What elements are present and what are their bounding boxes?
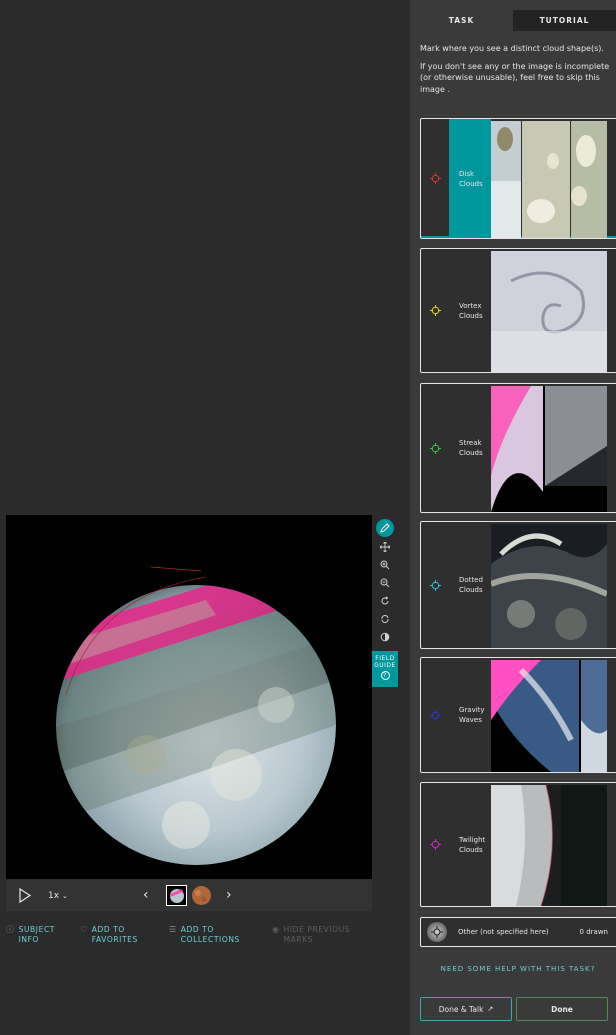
external-link-icon: ↗ (487, 1005, 494, 1013)
crosshair-icon (421, 658, 449, 772)
playback-rate-value: 1x (48, 891, 60, 901)
done-and-talk-label: Done & Talk (438, 1004, 484, 1014)
instruction-line-1: Mark where you see a distinct cloud shap… (420, 44, 604, 53)
task-help-link[interactable]: NEED SOME HELP WITH THIS TASK? (420, 965, 616, 973)
choice-example-images (491, 784, 615, 906)
choice-example-images (491, 251, 615, 372)
invert-contrast-icon[interactable] (376, 628, 394, 646)
choice-other[interactable]: Other (not specified here) 0 drawn (420, 917, 616, 947)
rotate-icon[interactable] (376, 592, 394, 610)
choice-label: Twilight Clouds (459, 835, 486, 854)
choice-dotted-clouds[interactable]: Dotted Clouds (420, 521, 616, 649)
field-guide-button[interactable]: FIELD GUIDE ? (372, 651, 398, 687)
viewer-toolbar: FIELD GUIDE ? (372, 515, 398, 690)
frame-thumbnail-1[interactable] (166, 885, 187, 906)
next-frame-button[interactable]: › (226, 887, 232, 903)
play-icon[interactable] (18, 887, 32, 904)
subject-info-button[interactable]: ⓘ SUBJECT INFO (6, 925, 55, 945)
crosshair-icon (421, 783, 449, 906)
info-icon: ⓘ (6, 925, 15, 934)
hide-previous-marks-button[interactable]: ◉ HIDE PREVIOUS MARKS (272, 925, 350, 945)
crosshair-icon (421, 249, 449, 372)
crosshair-icon (427, 922, 447, 942)
instruction-line-2: If you don't see any or the image is inc… (420, 61, 610, 94)
field-guide-label-2: GUIDE (374, 662, 396, 669)
zoom-out-icon[interactable] (376, 574, 394, 592)
task-tabs: TASK TUTORIAL (410, 10, 616, 31)
choice-twilight-clouds[interactable]: Twilight Clouds (420, 782, 616, 907)
playback-rate-select[interactable]: 1x ⌄ (48, 891, 68, 901)
chevron-down-icon: ⌄ (61, 892, 68, 900)
eye-icon: ◉ (272, 925, 280, 934)
choice-label: Gravity Waves (459, 706, 485, 724)
heart-icon: ♡ (80, 925, 88, 934)
choice-example-images (489, 524, 615, 648)
zoom-in-icon[interactable] (376, 556, 394, 574)
crosshair-icon (421, 384, 449, 512)
choice-label: Disk Clouds (459, 169, 483, 188)
hide-marks-label: HIDE PREVIOUS MARKS (283, 925, 351, 944)
choice-vortex-clouds[interactable]: Vortex Clouds (420, 248, 616, 373)
frame-controls: 1x ⌄ ‹ › (6, 880, 372, 911)
subject-info-label: SUBJECT INFO (18, 925, 55, 944)
task-panel: TASK TUTORIAL Mark where you see a disti… (410, 0, 616, 1035)
choice-label: Dotted Clouds (459, 576, 483, 594)
move-arrows-icon[interactable] (376, 538, 394, 556)
question-icon: ? (380, 671, 390, 680)
tab-task[interactable]: TASK (410, 10, 513, 31)
choice-streak-clouds[interactable]: Streak Clouds (420, 383, 616, 513)
choice-label: Streak Clouds (459, 439, 483, 457)
tab-tutorial[interactable]: TUTORIAL (513, 10, 616, 31)
choice-example-images (491, 660, 615, 772)
field-guide-label-1: FIELD (375, 655, 395, 662)
add-to-favorites-button[interactable]: ♡ ADD TO FAVORITES (80, 925, 138, 945)
choice-example-images (491, 386, 615, 512)
done-button[interactable]: Done (516, 997, 608, 1021)
crosshair-icon (421, 522, 449, 648)
annotate-pencil-icon[interactable] (376, 519, 394, 537)
crosshair-icon (421, 119, 449, 238)
choice-label: Vortex Clouds (459, 301, 483, 320)
other-drawn-count: 0 drawn (579, 928, 608, 936)
collections-label: ADD TO COLLECTIONS (180, 925, 240, 944)
subject-image-viewer[interactable] (6, 515, 372, 879)
done-and-talk-button[interactable]: Done & Talk ↗ (420, 997, 512, 1021)
other-label: Other (not specified here) (458, 928, 549, 936)
favorites-label: ADD TO FAVORITES (91, 925, 138, 944)
add-to-collections-button[interactable]: ☰ ADD TO COLLECTIONS (169, 925, 240, 945)
planet-image (6, 515, 372, 879)
choice-gravity-waves[interactable]: Gravity Waves (420, 657, 616, 773)
subject-meta-bar: ⓘ SUBJECT INFO ♡ ADD TO FAVORITES ☰ ADD TO… (6, 925, 372, 947)
frame-thumbnail-2[interactable] (191, 885, 212, 906)
choice-example-images (491, 121, 615, 238)
choice-disk-clouds[interactable]: Disk Clouds (420, 118, 616, 239)
task-instructions: Mark where you see a distinct cloud shap… (420, 43, 616, 101)
reset-view-icon[interactable] (376, 610, 394, 628)
list-icon: ☰ (169, 925, 177, 934)
previous-frame-button[interactable]: ‹ (143, 887, 149, 903)
